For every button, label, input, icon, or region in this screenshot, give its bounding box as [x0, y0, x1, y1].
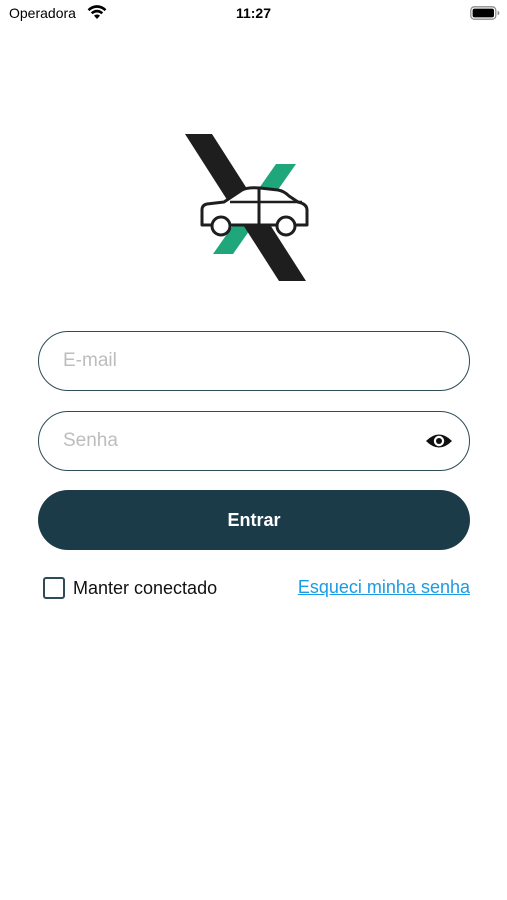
battery-icon	[470, 6, 500, 20]
password-field[interactable]	[38, 411, 470, 471]
forgot-password-link[interactable]: Esqueci minha senha	[298, 577, 470, 598]
remember-label: Manter conectado	[73, 577, 218, 598]
remember-checkbox[interactable]	[43, 577, 65, 599]
car-x-logo-icon	[185, 134, 309, 281]
email-field[interactable]	[38, 331, 470, 391]
email-input[interactable]	[63, 332, 413, 390]
remember-me[interactable]: Manter conectado	[43, 575, 217, 601]
eye-icon[interactable]	[425, 431, 453, 451]
login-button[interactable]: Entrar	[38, 490, 470, 550]
status-bar: Operadora 11:27	[0, 0, 507, 28]
clock: 11:27	[235, 5, 272, 21]
password-input[interactable]	[63, 412, 413, 470]
